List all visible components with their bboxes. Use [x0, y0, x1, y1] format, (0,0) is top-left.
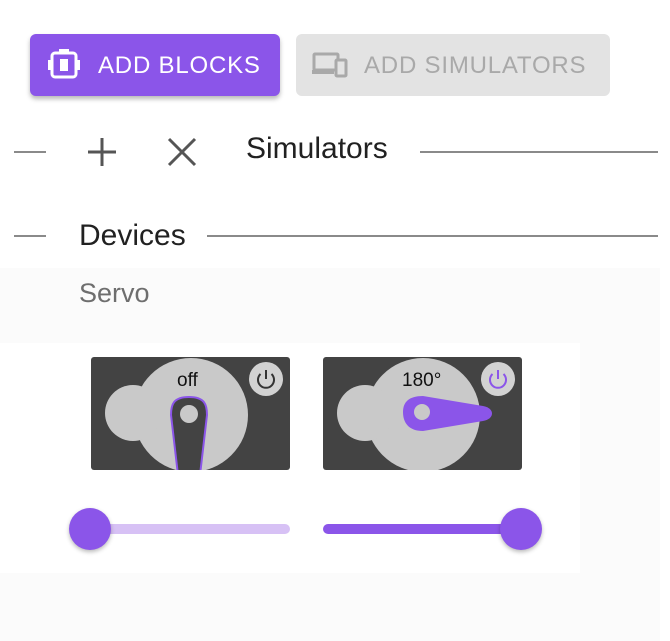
servo-angle-label: off [177, 370, 198, 391]
servo-slider-thumb[interactable] [500, 508, 542, 550]
devices-icon [312, 48, 348, 82]
servo-slider-thumb[interactable] [69, 508, 111, 550]
add-blocks-label: ADD BLOCKS [98, 52, 261, 79]
servo-simulator: 180° [323, 357, 522, 470]
blocks-icon [46, 48, 82, 82]
add-simulators-label: ADD SIMULATORS [364, 52, 587, 79]
divider-right [420, 151, 658, 153]
devices-divider-left [14, 235, 46, 237]
add-simulators-button[interactable]: ADD SIMULATORS [296, 34, 610, 96]
divider-left [14, 151, 46, 153]
power-icon [489, 370, 507, 389]
servo-simulator: off [91, 357, 290, 470]
servo-angle-label: 180° [402, 370, 442, 391]
devices-title: Devices [79, 219, 186, 252]
device-name: Servo [79, 278, 150, 308]
power-icon [257, 370, 275, 389]
power-button[interactable] [481, 362, 515, 396]
power-button[interactable] [249, 362, 283, 396]
close-icon[interactable] [165, 135, 199, 169]
devices-divider-right [207, 235, 658, 237]
servo-slider-track[interactable] [91, 524, 290, 534]
plus-icon[interactable] [85, 135, 119, 169]
simulators-title: Simulators [246, 132, 388, 165]
servo-slider-track[interactable] [323, 524, 522, 534]
add-blocks-button[interactable]: ADD BLOCKS [30, 34, 280, 96]
